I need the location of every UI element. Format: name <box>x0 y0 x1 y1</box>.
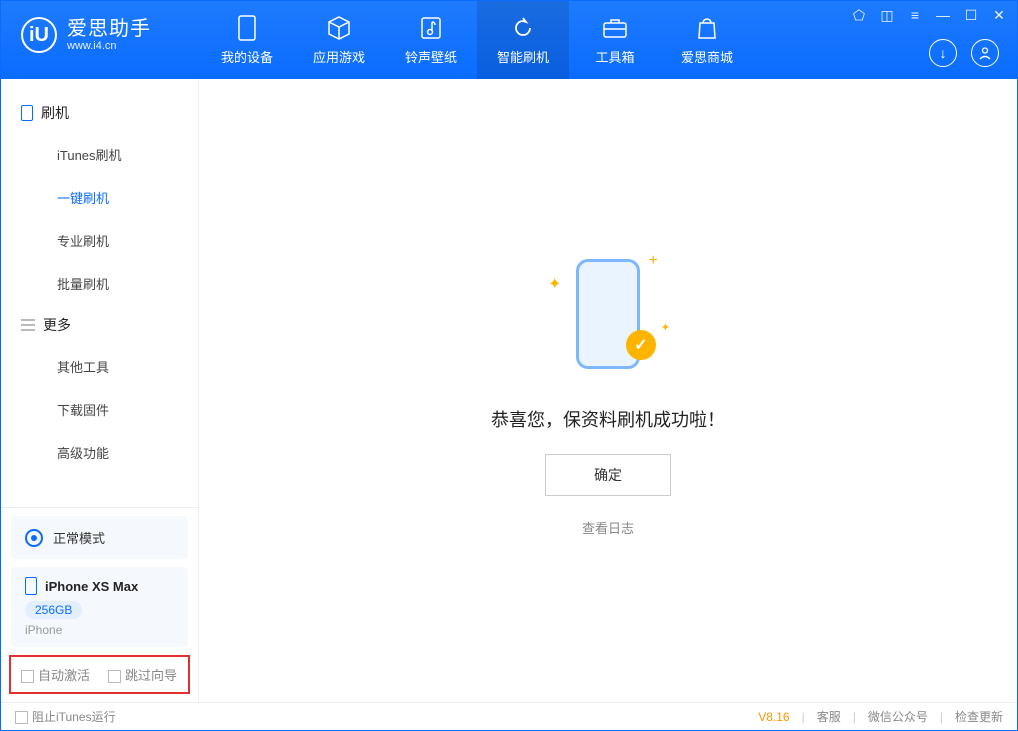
main-body: 刷机 iTunes刷机 一键刷机 专业刷机 批量刷机 更多 其他工具 下载固件 … <box>1 79 1017 702</box>
sparkle-icon: ✦ <box>548 274 561 294</box>
logo-icon: iU <box>21 17 57 53</box>
toolbox-icon <box>602 15 628 41</box>
view-log-link[interactable]: 查看日志 <box>582 518 634 537</box>
auto-activate-checkbox[interactable]: 自动激活 <box>21 665 90 684</box>
nav-my-device[interactable]: 我的设备 <box>201 1 293 79</box>
app-name: 爱思助手 <box>67 18 151 40</box>
hamburger-icon <box>21 319 35 331</box>
cube-icon <box>326 15 352 41</box>
user-icon[interactable] <box>971 39 999 67</box>
refresh-icon <box>510 15 536 41</box>
sidebar-item-download-firmware[interactable]: 下载固件 <box>1 388 198 431</box>
music-icon <box>418 15 444 41</box>
sidebar-bottom: 正常模式 iPhone XS Max 256GB iPhone 自动激活 跳过向… <box>1 507 198 702</box>
close-icon[interactable]: ✕ <box>991 7 1007 24</box>
minimize-icon[interactable]: — <box>935 7 951 24</box>
nav-store[interactable]: 爱思商城 <box>661 1 753 79</box>
capacity-badge: 256GB <box>25 601 82 619</box>
phone-icon <box>21 105 33 121</box>
sidebar-item-itunes-flash[interactable]: iTunes刷机 <box>1 133 198 176</box>
shirt-icon[interactable]: ⬠ <box>851 7 867 24</box>
customer-service-link[interactable]: 客服 <box>817 708 841 725</box>
block-itunes-checkbox[interactable]: 阻止iTunes运行 <box>15 708 116 725</box>
mode-icon <box>25 529 43 547</box>
sidebar-item-oneclick-flash[interactable]: 一键刷机 <box>1 176 198 219</box>
sidebar-group-flash: 刷机 <box>1 93 198 133</box>
skip-guide-checkbox[interactable]: 跳过向导 <box>108 665 177 684</box>
mode-label: 正常模式 <box>53 528 105 547</box>
app-window: iU 爱思助手 www.i4.cn 我的设备 应用游戏 铃声壁纸 智能刷机 <box>0 0 1018 731</box>
menu-icon[interactable]: ≡ <box>907 7 923 24</box>
device-card[interactable]: iPhone XS Max 256GB iPhone <box>11 567 188 647</box>
content-area: ✦ + ✦ ✓ 恭喜您，保资料刷机成功啦！ 确定 查看日志 <box>199 79 1017 702</box>
sidebar: 刷机 iTunes刷机 一键刷机 专业刷机 批量刷机 更多 其他工具 下载固件 … <box>1 79 199 702</box>
window-controls: ⬠ ◫ ≡ — ☐ ✕ <box>851 7 1007 24</box>
device-type: iPhone <box>25 623 174 637</box>
navbar: 我的设备 应用游戏 铃声壁纸 智能刷机 工具箱 爱思商城 <box>201 1 753 79</box>
device-name: iPhone XS Max <box>45 579 138 594</box>
version-label: V8.16 <box>758 710 789 724</box>
bag-icon <box>694 15 720 41</box>
nav-ringtones[interactable]: 铃声壁纸 <box>385 1 477 79</box>
device-icon <box>234 15 260 41</box>
check-badge-icon: ✓ <box>626 330 656 360</box>
header-right-icons: ↓ <box>929 39 999 67</box>
logo: iU 爱思助手 www.i4.cn <box>1 1 201 53</box>
sidebar-item-other-tools[interactable]: 其他工具 <box>1 345 198 388</box>
nav-apps[interactable]: 应用游戏 <box>293 1 385 79</box>
sparkle-icon: ✦ <box>661 321 670 334</box>
lock-icon[interactable]: ◫ <box>879 7 895 24</box>
sidebar-group-more: 更多 <box>1 305 198 345</box>
download-icon[interactable]: ↓ <box>929 39 957 67</box>
statusbar: 阻止iTunes运行 V8.16 | 客服 | 微信公众号 | 检查更新 <box>1 702 1017 730</box>
sidebar-item-pro-flash[interactable]: 专业刷机 <box>1 219 198 262</box>
sidebar-item-batch-flash[interactable]: 批量刷机 <box>1 262 198 305</box>
maximize-icon[interactable]: ☐ <box>963 7 979 24</box>
mode-card[interactable]: 正常模式 <box>11 516 188 559</box>
options-box: 自动激活 跳过向导 <box>9 655 190 694</box>
success-illustration: ✦ + ✦ ✓ <box>538 244 678 384</box>
check-update-link[interactable]: 检查更新 <box>955 708 1003 725</box>
sparkle-icon: + <box>649 252 658 270</box>
phone-icon <box>25 577 37 595</box>
wechat-link[interactable]: 微信公众号 <box>868 708 928 725</box>
ok-button[interactable]: 确定 <box>545 454 671 496</box>
nav-flash[interactable]: 智能刷机 <box>477 1 569 79</box>
sidebar-item-advanced[interactable]: 高级功能 <box>1 431 198 474</box>
titlebar: iU 爱思助手 www.i4.cn 我的设备 应用游戏 铃声壁纸 智能刷机 <box>1 1 1017 79</box>
nav-toolbox[interactable]: 工具箱 <box>569 1 661 79</box>
success-message: 恭喜您，保资料刷机成功啦！ <box>491 406 725 432</box>
app-url: www.i4.cn <box>67 40 151 52</box>
